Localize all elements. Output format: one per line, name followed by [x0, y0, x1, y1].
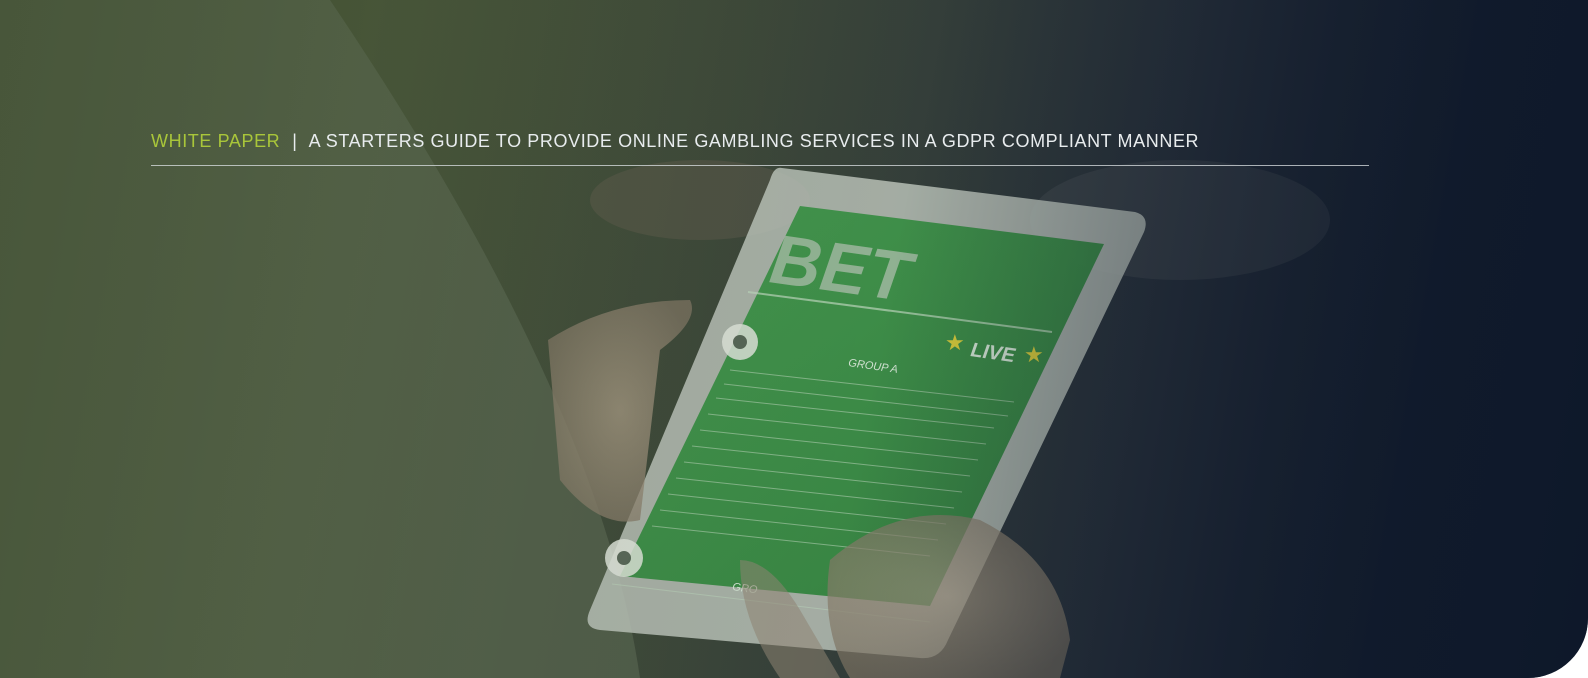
star-icon: ★ — [945, 330, 965, 355]
foreground-sleeve — [0, 0, 640, 678]
right-hand — [827, 515, 1070, 678]
soccer-ball-icon — [605, 539, 643, 577]
star-icon: ★ — [1024, 342, 1044, 367]
document-type-label: WHITE PAPER — [151, 131, 281, 151]
hero-banner: BET ★ LIVE ★ GROUP A WHITE PAPER | A STA… — [0, 0, 1588, 678]
soccer-ball-icon — [722, 324, 758, 360]
header-separator: | — [292, 131, 298, 151]
document-title: A STARTERS GUIDE TO PROVIDE ONLINE GAMBL… — [308, 131, 1200, 151]
document-header: WHITE PAPER | A STARTERS GUIDE TO PROVIDE … — [151, 131, 1369, 166]
hero-photo: BET ★ LIVE ★ GROUP A — [0, 0, 1330, 678]
